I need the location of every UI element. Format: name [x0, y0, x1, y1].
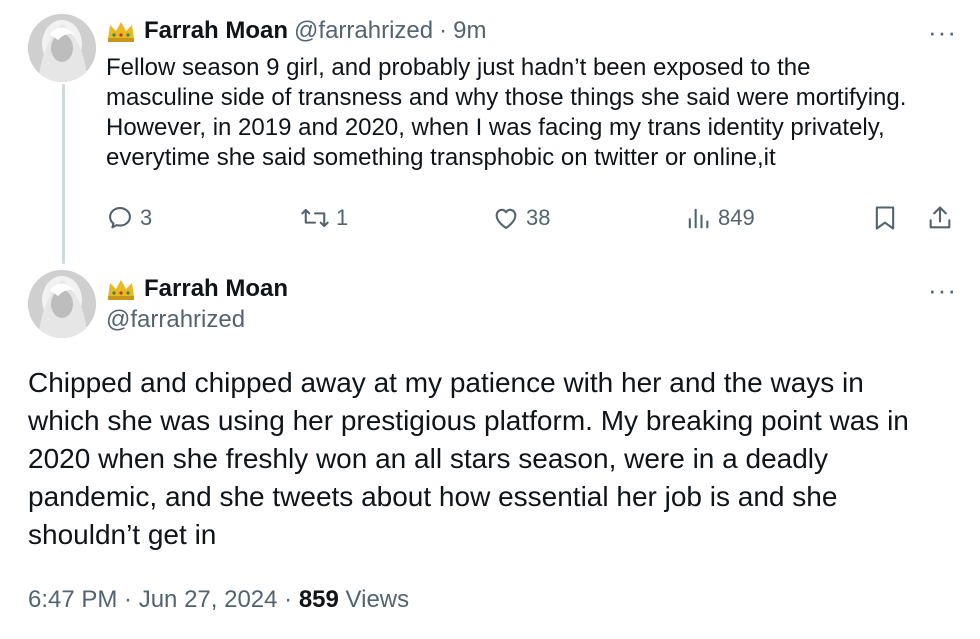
avatar[interactable] — [28, 14, 96, 82]
like-count: 38 — [526, 205, 551, 230]
bookmark-icon — [875, 206, 895, 230]
tweet-text-line: shouldn’t get in — [28, 519, 217, 550]
views-label: Views — [338, 586, 410, 613]
crown-icon — [108, 22, 134, 42]
tweet-timestamp[interactable]: 6:47 PM · Jun 27, 2024 · — [28, 586, 299, 613]
tweet-text-line: However, in 2019 and 2020, when I was fa… — [106, 114, 885, 141]
repost-count: 1 — [336, 205, 349, 230]
tweet2-header: Farrah Moan — [106, 274, 288, 304]
tweet-text-line: 2020 when she freshly won an all stars s… — [28, 443, 829, 474]
share-button[interactable] — [926, 204, 960, 232]
display-name[interactable]: Farrah Moan — [144, 274, 288, 304]
views-icon — [688, 208, 709, 229]
tweet2-text: Chipped and chipped away at my patience … — [28, 364, 958, 554]
tweet-text-line: masculine side of transness and why thos… — [106, 84, 907, 111]
reply-button[interactable]: 3 — [106, 204, 152, 232]
tweet-text-line: Chipped and chipped away at my patience … — [28, 367, 864, 398]
more-options-icon[interactable]: ··· — [928, 277, 957, 303]
views-count[interactable]: 859 — [299, 586, 339, 613]
tweet1-action-bar: 3 1 38 849 — [0, 202, 980, 236]
like-button[interactable]: 38 — [492, 204, 550, 232]
avatar[interactable] — [28, 270, 96, 338]
tweet-text-line: which she was using her prestigious plat… — [28, 405, 909, 436]
reply-count: 3 — [140, 205, 153, 230]
user-handle[interactable]: @farrahrized — [294, 16, 433, 46]
tweet-text-line: everytime she said something transphobic… — [106, 144, 776, 171]
more-options-icon[interactable]: ··· — [928, 19, 957, 45]
repost-button[interactable]: 1 — [300, 204, 348, 232]
crown-icon — [108, 280, 134, 300]
display-name[interactable]: Farrah Moan — [144, 16, 288, 46]
tweet-text-line: pandemic, and she tweets about how essen… — [28, 481, 838, 512]
repost-icon — [301, 208, 329, 228]
tweet-text-line: Fellow season 9 girl, and probably just … — [106, 54, 811, 81]
avatar-image — [28, 270, 96, 338]
tweet1-header: Farrah Moan @farrahrized · 9m — [106, 16, 486, 46]
separator-dot: · — [439, 17, 448, 44]
views-count: 849 — [718, 205, 755, 230]
views-button[interactable]: 849 — [684, 204, 755, 232]
share-icon — [929, 206, 951, 229]
like-icon — [495, 208, 517, 229]
avatar-image — [28, 14, 96, 82]
reply-icon — [109, 207, 131, 229]
tweet1-text: Fellow season 9 girl, and probably just … — [106, 53, 966, 173]
tweet-time[interactable]: 9m — [453, 16, 486, 46]
bookmark-button[interactable] — [872, 204, 904, 232]
user-handle[interactable]: @farrahrized — [106, 306, 245, 334]
tweet-meta: 6:47 PM · Jun 27, 2024 · 859 Views — [28, 586, 409, 614]
thread-connector-line — [62, 84, 65, 264]
